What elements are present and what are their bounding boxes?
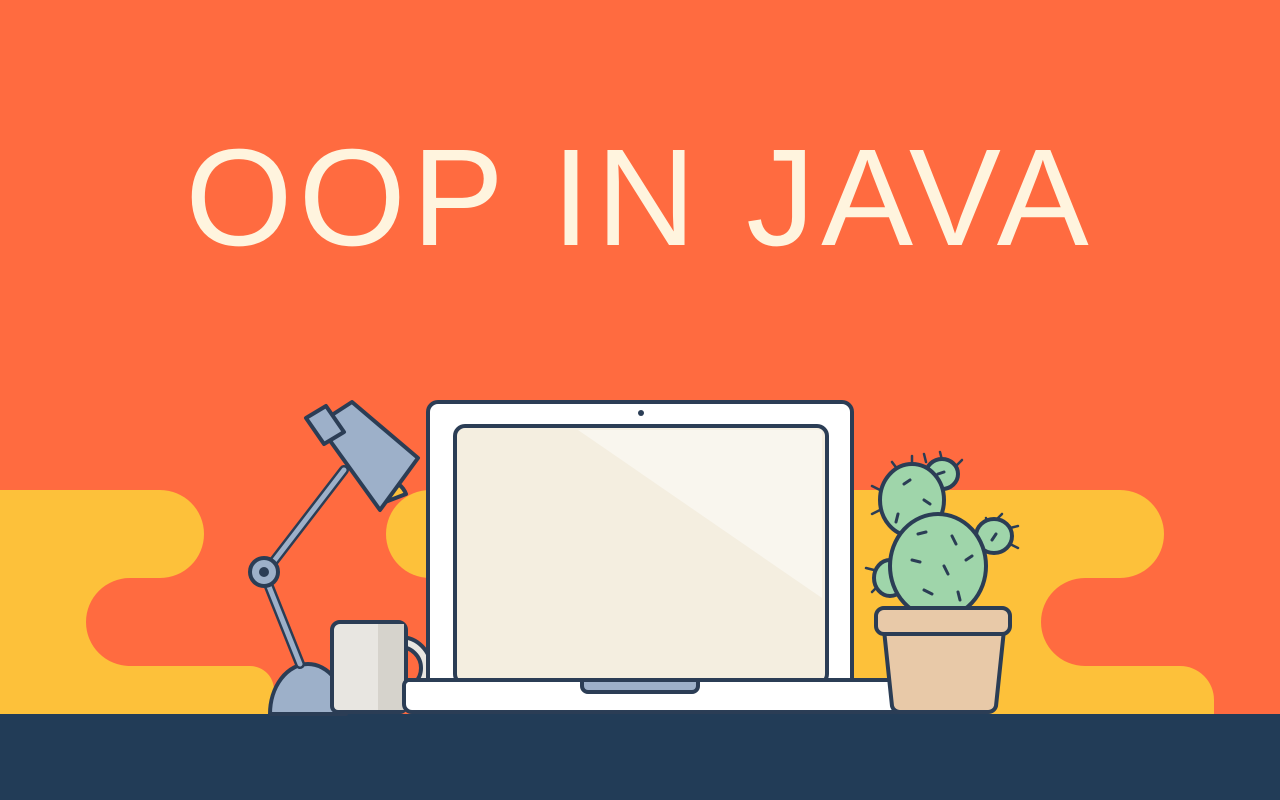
page-title: OOP IN JAVA bbox=[185, 121, 1095, 275]
desk bbox=[0, 714, 1280, 800]
plant-pot-icon bbox=[874, 606, 1012, 714]
banner-scene: OOP IN JAVA bbox=[0, 0, 1280, 800]
